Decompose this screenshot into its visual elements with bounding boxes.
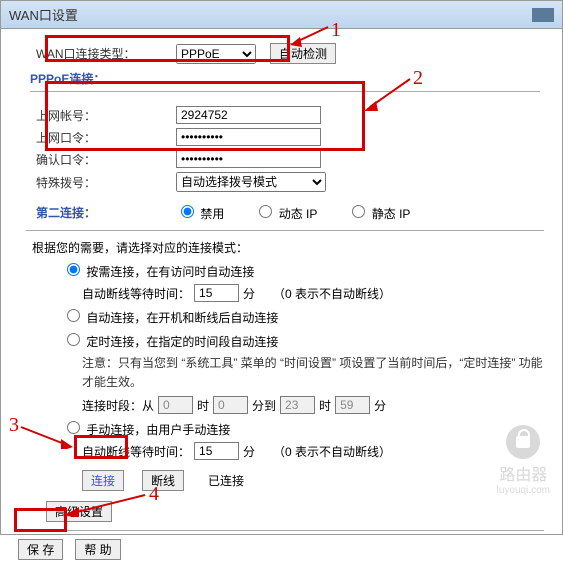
password-input[interactable] [176, 128, 321, 146]
account-label: 上网帐号： [36, 107, 176, 124]
radio-static[interactable]: 静态 IP [347, 202, 410, 222]
mode-prompt: 根据您的需要，请选择对应的连接模式： [32, 239, 544, 256]
radio-disable-input[interactable] [181, 205, 194, 218]
mode-ondemand[interactable]: 按需连接，在有访问时自动连接 [62, 260, 254, 280]
period-to-m [335, 396, 370, 414]
confirm-input[interactable] [176, 150, 321, 168]
mode-timed-radio[interactable] [67, 333, 80, 346]
minimize-icon[interactable] [532, 8, 554, 22]
mode-manual-radio[interactable] [67, 421, 80, 434]
password-label: 上网口令： [36, 129, 176, 146]
period-from-m [213, 396, 248, 414]
wan-type-label: WAN口连接类型： [36, 45, 176, 62]
radio-dynamic[interactable]: 动态 IP [254, 202, 317, 222]
second-conn-label: 第二连接： [36, 204, 176, 221]
titlebar: WAN口设置 [1, 1, 562, 29]
disconnect-button[interactable]: 断线 [142, 470, 184, 491]
mode-auto-radio[interactable] [67, 309, 80, 322]
period-label: 连接时段：从 [82, 397, 154, 414]
radio-static-input[interactable] [352, 205, 365, 218]
period-to-h [280, 396, 315, 414]
save-button[interactable]: 保 存 [18, 539, 63, 560]
watermark: 路由器 luyouqi.com [497, 425, 550, 496]
mode-manual[interactable]: 手动连接，由用户手动连接 [62, 418, 230, 438]
wan-type-select[interactable]: PPPoE [176, 44, 256, 64]
period-from-h [158, 396, 193, 414]
auto-detect-button[interactable]: 自动检测 [270, 43, 336, 64]
window-title: WAN口设置 [9, 5, 78, 24]
confirm-label: 确认口令： [36, 151, 176, 168]
connect-button[interactable]: 连接 [82, 470, 124, 491]
special-dial-select[interactable]: 自动选择拨号模式 [176, 172, 326, 192]
idle2-input[interactable] [194, 442, 239, 460]
idle2-label: 自动断线等待时间： [82, 443, 190, 460]
status-connected: 已连接 [208, 472, 244, 489]
radio-disable[interactable]: 禁用 [176, 202, 224, 222]
mode-ondemand-radio[interactable] [67, 263, 80, 276]
mode-auto[interactable]: 自动连接，在开机和断线后自动连接 [62, 306, 278, 326]
advanced-button[interactable]: 高级设置 [46, 501, 112, 522]
idle-unit: 分 [243, 285, 255, 302]
radio-dynamic-input[interactable] [259, 205, 272, 218]
account-input[interactable] [176, 106, 321, 124]
idle-input[interactable] [194, 284, 239, 302]
idle-label: 自动断线等待时间： [82, 285, 190, 302]
special-dial-label: 特殊拨号： [36, 174, 176, 191]
mode-timed[interactable]: 定时连接，在指定的时间段自动连接 [62, 330, 278, 350]
timed-note: 注意：只有当您到 “系统工具” 菜单的 “时间设置” 项设置了当前时间后，“定时… [82, 354, 544, 392]
help-button[interactable]: 帮 助 [75, 539, 120, 560]
idle-note: （0 表示不自动断线） [273, 285, 391, 302]
pppoe-section-title: PPPoE连接： [30, 70, 544, 87]
